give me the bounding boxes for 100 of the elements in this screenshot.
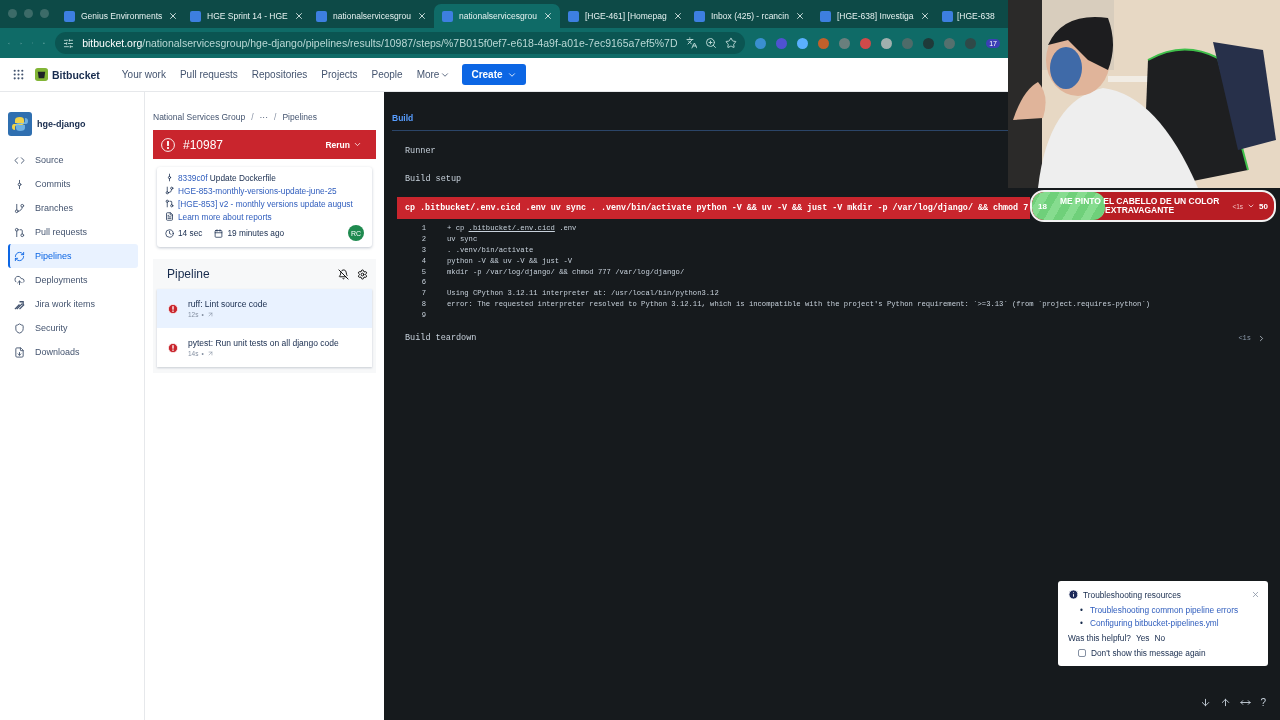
app-switcher-icon[interactable] bbox=[12, 68, 25, 81]
help-button[interactable]: ? bbox=[1260, 697, 1266, 708]
browser-tab[interactable]: nationalservicesgrou bbox=[308, 4, 434, 28]
branch-icon bbox=[165, 186, 174, 195]
favicon-icon bbox=[942, 10, 953, 22]
sidebar-item[interactable]: Source bbox=[8, 148, 138, 172]
arrow-up-right-icon[interactable] bbox=[206, 350, 214, 357]
checkbox[interactable] bbox=[1078, 649, 1086, 657]
no-link[interactable]: No bbox=[1154, 633, 1166, 643]
zoom-icon[interactable] bbox=[705, 37, 718, 49]
close-icon[interactable] bbox=[794, 11, 805, 21]
sidebar-item[interactable]: Pipelines bbox=[8, 244, 138, 268]
extension-icon[interactable] bbox=[755, 37, 767, 49]
breadcrumb-link[interactable]: National Services Group bbox=[153, 112, 246, 122]
bell-off-icon[interactable] bbox=[338, 268, 349, 280]
browser-tab[interactable]: HGE Sprint 14 - HGE bbox=[182, 4, 308, 28]
nav-link[interactable]: Pull requests bbox=[177, 69, 240, 80]
pull-request-icon bbox=[165, 199, 174, 208]
browser-tab[interactable]: Inbox (425) - rcancin bbox=[686, 4, 812, 28]
favicon-icon bbox=[568, 10, 579, 22]
help-link[interactable]: Configuring bitbucket-pipelines.yml bbox=[1089, 618, 1219, 628]
branch-link[interactable]: HGE-853-monthly-versions-update-june-25 bbox=[178, 186, 337, 196]
sidebar-item[interactable]: Downloads bbox=[8, 340, 138, 364]
extension-icon[interactable] bbox=[797, 37, 809, 49]
rerun-button[interactable]: Rerun bbox=[319, 138, 368, 151]
close-icon[interactable] bbox=[672, 11, 683, 21]
progress-start: 18 bbox=[1038, 201, 1047, 211]
feedback-question: Was this helpful? bbox=[1068, 633, 1131, 643]
arrow-up-right-icon[interactable] bbox=[206, 311, 214, 318]
extension-icon[interactable] bbox=[923, 37, 935, 49]
code-icon bbox=[14, 154, 25, 166]
duration: 14 sec bbox=[178, 228, 203, 238]
report-icon bbox=[165, 212, 174, 221]
create-button[interactable]: Create bbox=[462, 64, 526, 85]
sidebar-item[interactable]: Pull requests bbox=[8, 220, 138, 244]
favicon-icon bbox=[442, 10, 453, 22]
repository-name[interactable]: hge-django bbox=[37, 119, 86, 129]
nav-link[interactable]: Your work bbox=[119, 69, 168, 80]
extension-icon[interactable] bbox=[839, 37, 851, 49]
extension-icon[interactable] bbox=[860, 37, 872, 49]
pull-request-link[interactable]: [HGE-853] v2 - monthly versions update august bbox=[178, 199, 353, 209]
refresh-icon bbox=[14, 250, 25, 262]
sidebar-item[interactable]: Commits bbox=[8, 172, 138, 196]
nav-link[interactable]: People bbox=[369, 69, 405, 80]
chevron-down-icon bbox=[353, 140, 362, 149]
scroll-up-icon[interactable] bbox=[1220, 697, 1232, 708]
log-section[interactable]: Runner bbox=[405, 146, 436, 156]
log-section[interactable]: Build setup bbox=[405, 174, 462, 184]
bullet: • bbox=[1080, 605, 1083, 615]
breadcrumb-link[interactable]: ··· bbox=[259, 112, 268, 122]
step-name: pytest: Run unit tests on all django code bbox=[188, 338, 339, 348]
info-icon bbox=[1068, 589, 1079, 600]
build-tab[interactable]: Build bbox=[392, 113, 414, 123]
log-section[interactable]: Build teardown bbox=[405, 333, 477, 344]
command-bar[interactable]: cp .bitbucket/.env.cicd .env uv sync . .venv/bin/activate python -V && uv -V && just -V mkdir -p /var/log/django/ && chmod 7 bbox=[397, 197, 1030, 219]
scroll-down-icon[interactable] bbox=[1200, 697, 1212, 708]
address-bar[interactable]: bitbucket.org/nationalservicesgroup/hge-django/pipelines/results/10987/steps/%7B015f0ef7-e618-4a9f-a01e-7ec9165a7ef5%7D bbox=[55, 32, 746, 54]
breadcrumb-separator: / bbox=[274, 112, 277, 122]
step-name: ruff: Lint source code bbox=[188, 299, 268, 309]
error-icon bbox=[168, 342, 178, 353]
wrap-icon[interactable] bbox=[1240, 697, 1252, 708]
favicon-icon bbox=[316, 10, 327, 22]
sidebar-item[interactable]: Jira work items bbox=[8, 292, 138, 316]
breadcrumb-link[interactable]: Pipelines bbox=[282, 112, 317, 122]
sidebar-item[interactable]: Branches bbox=[8, 196, 138, 220]
browser-tab[interactable]: nationalservicesgrou bbox=[434, 4, 560, 28]
close-icon[interactable] bbox=[920, 11, 930, 21]
nav-link[interactable]: More bbox=[414, 69, 453, 80]
browser-tab[interactable]: [HGE-638 bbox=[938, 4, 999, 28]
file-download-icon bbox=[14, 346, 25, 358]
translate-icon[interactable] bbox=[685, 37, 698, 49]
sidebar-item[interactable]: Security bbox=[8, 316, 138, 340]
sidebar-item[interactable]: Deployments bbox=[8, 268, 138, 292]
nav-link[interactable]: Projects bbox=[319, 69, 360, 80]
chevron-icon[interactable] bbox=[1257, 333, 1266, 343]
commit-link[interactable]: 8339c0f bbox=[178, 173, 208, 183]
site-settings-icon[interactable] bbox=[63, 37, 75, 49]
clock-icon bbox=[165, 228, 174, 238]
yes-link[interactable]: Yes bbox=[1135, 633, 1150, 643]
help-link[interactable]: Troubleshooting common pipeline errors bbox=[1089, 605, 1239, 615]
close-icon[interactable] bbox=[293, 11, 304, 21]
extension-icon[interactable] bbox=[881, 37, 893, 49]
browser-tab[interactable]: [HGE-461] [Homepag bbox=[560, 4, 686, 28]
settings-icon[interactable] bbox=[357, 268, 368, 280]
extension-icon[interactable] bbox=[818, 37, 830, 49]
browser-tab[interactable]: [HGE-638] Investiga bbox=[812, 4, 938, 28]
nav-link[interactable]: Repositories bbox=[249, 69, 310, 80]
close-icon[interactable] bbox=[542, 11, 553, 21]
close-icon[interactable] bbox=[416, 11, 427, 21]
close-icon[interactable] bbox=[168, 11, 179, 21]
browser-tab[interactable]: Genius Environments bbox=[56, 4, 182, 28]
bookmark-icon[interactable] bbox=[725, 37, 738, 49]
pull-request-icon bbox=[14, 226, 25, 238]
favicon-icon bbox=[64, 10, 75, 22]
python-logo-icon bbox=[8, 112, 32, 136]
bitbucket-logo[interactable]: Bitbucket bbox=[35, 68, 100, 81]
extension-icon[interactable] bbox=[965, 37, 977, 49]
favicon-icon bbox=[190, 10, 201, 22]
bullet: • bbox=[1080, 618, 1083, 628]
reports-link[interactable]: Learn more about reports bbox=[178, 212, 272, 222]
